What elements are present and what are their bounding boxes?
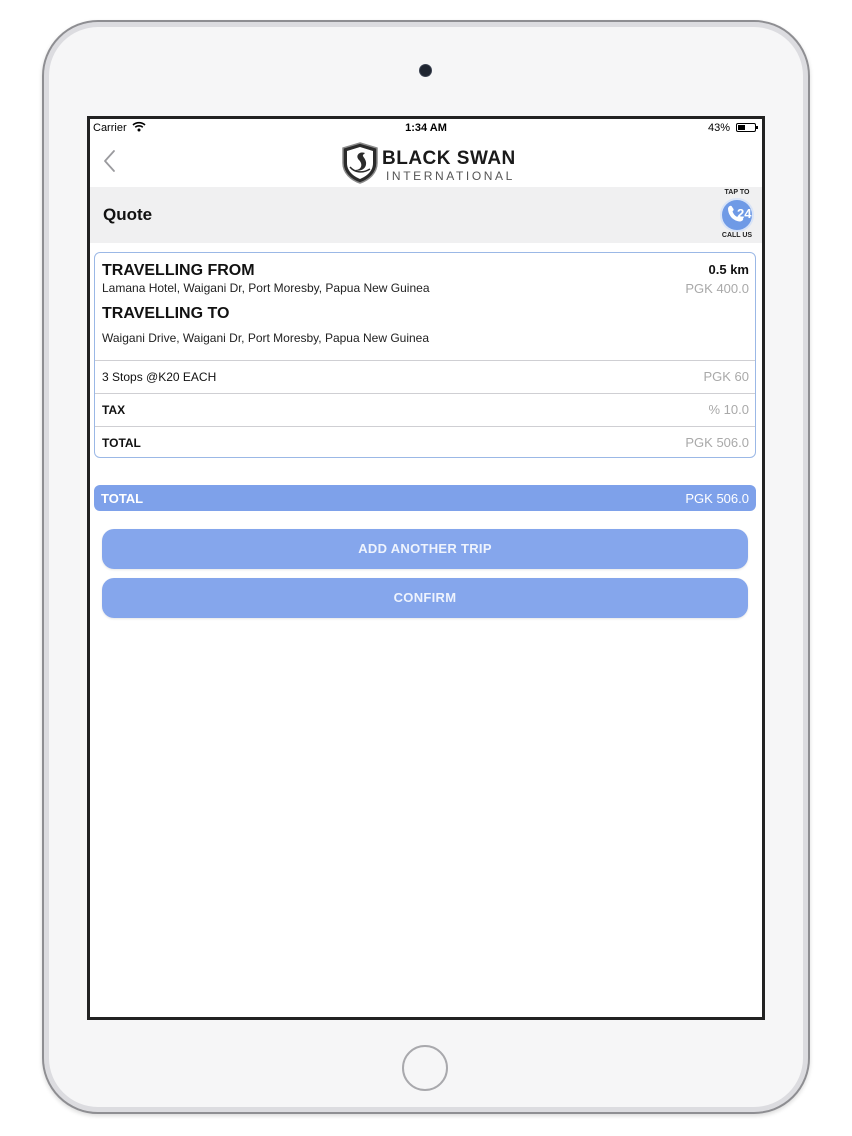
chevron-left-icon xyxy=(104,150,115,172)
add-another-trip-button[interactable]: ADD ANOTHER TRIP xyxy=(102,529,748,569)
travelling-to-label: TRAVELLING TO xyxy=(102,305,230,322)
call-badge-number: 24 xyxy=(737,206,752,221)
stops-value: PGK 60 xyxy=(703,369,749,384)
total-row: TOTAL PGK 506.0 xyxy=(95,426,755,459)
home-button[interactable] xyxy=(402,1045,448,1091)
tax-value: % 10.0 xyxy=(708,402,749,417)
swan-shield-icon xyxy=(342,142,378,184)
trip-distance: 0.5 km xyxy=(708,262,749,277)
brand-name: BLACK SWAN xyxy=(382,148,516,169)
call-us-button[interactable]: TAP TO 24 CALL US xyxy=(715,188,759,240)
grand-total-label: TOTAL xyxy=(101,491,144,506)
total-value: PGK 506.0 xyxy=(685,435,749,450)
from-address: Lamana Hotel, Waigani Dr, Port Moresby, … xyxy=(102,281,430,295)
battery-percentage: 43% xyxy=(707,122,730,134)
quote-card: TRAVELLING FROM 0.5 km Lamana Hotel, Wai… xyxy=(94,252,756,458)
page-title: Quote xyxy=(103,205,153,224)
back-button[interactable] xyxy=(98,147,122,175)
front-camera xyxy=(420,65,431,76)
brand-subtitle: INTERNATIONAL xyxy=(386,169,515,183)
app-screen: Carrier 1:34 AM 43% BLACK SWAN INTERNATI… xyxy=(87,116,765,1020)
grand-total-bar: TOTAL PGK 506.0 xyxy=(94,485,756,511)
to-address: Waigani Drive, Waigani Dr, Port Moresby,… xyxy=(102,331,430,345)
base-fare: PGK 400.0 xyxy=(685,281,749,296)
travelling-from-label: TRAVELLING FROM xyxy=(102,262,255,279)
confirm-button[interactable]: CONFIRM xyxy=(102,578,748,618)
navigation-bar: BLACK SWAN INTERNATIONAL xyxy=(90,137,762,185)
stops-row: 3 Stops @K20 EACH PGK 60 xyxy=(95,360,755,393)
grand-total-value: PGK 506.0 xyxy=(685,491,749,506)
quote-header: Quote TAP TO 24 CALL US xyxy=(90,187,762,243)
status-time: 1:34 AM xyxy=(405,122,447,134)
call-badge-bottom-text: CALL US xyxy=(721,232,753,239)
phone-icon: 24 xyxy=(720,198,754,232)
battery-icon xyxy=(736,123,758,132)
stops-label: 3 Stops @K20 EACH xyxy=(102,370,217,384)
tax-row: TAX % 10.0 xyxy=(95,393,755,426)
status-bar: Carrier 1:34 AM 43% xyxy=(90,119,762,137)
total-label: TOTAL xyxy=(102,436,141,450)
brand-logo: BLACK SWAN INTERNATIONAL xyxy=(340,141,520,185)
tax-label: TAX xyxy=(102,403,126,417)
call-badge-top-text: TAP TO xyxy=(724,189,750,196)
